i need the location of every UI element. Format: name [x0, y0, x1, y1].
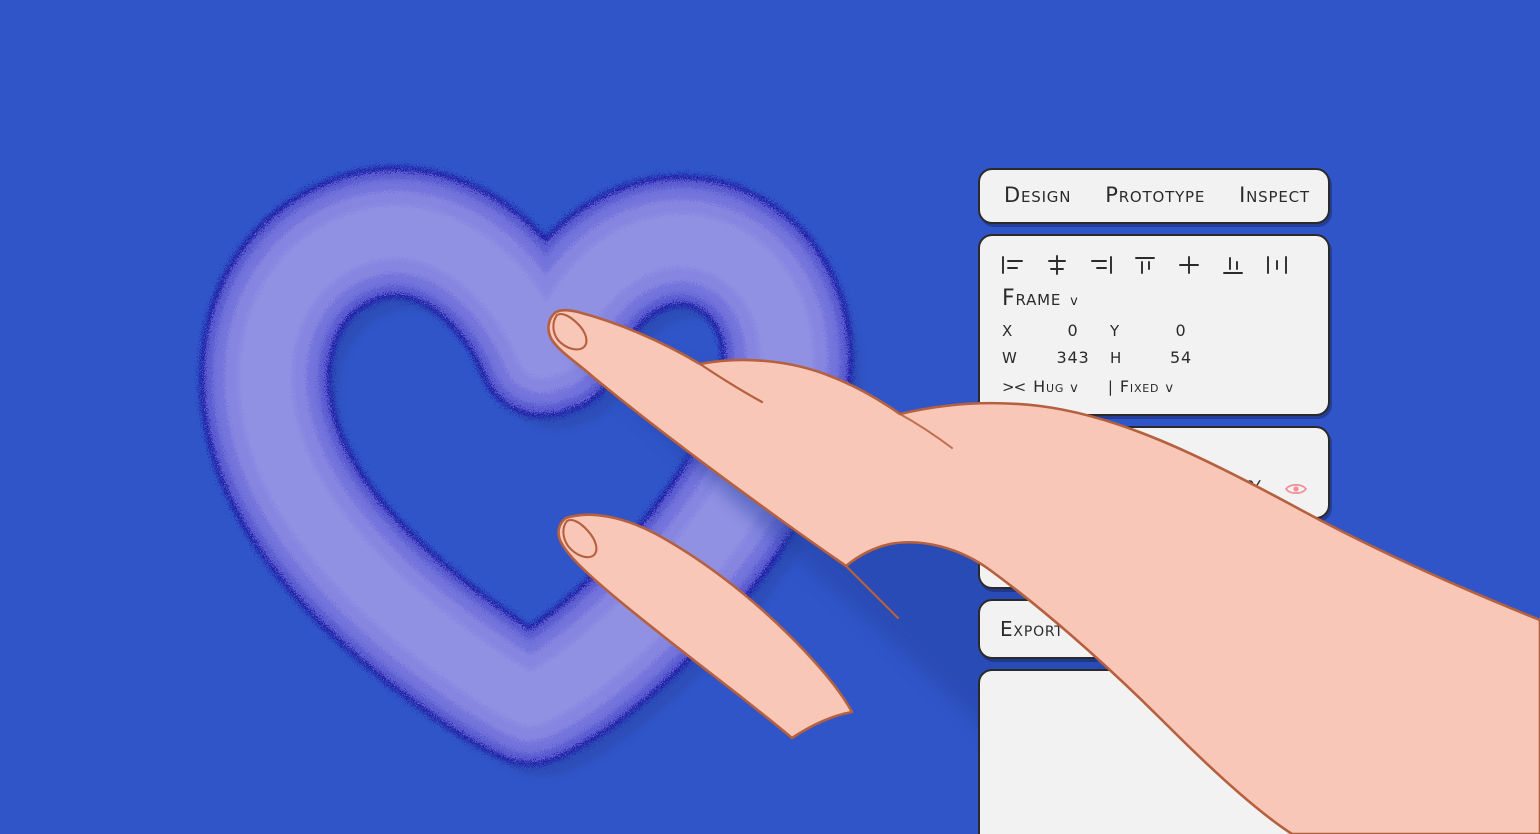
chevron-down-icon: v [1070, 381, 1078, 396]
resize-separator: | [1107, 378, 1113, 396]
eye-icon[interactable] [1284, 481, 1308, 497]
height-input[interactable]: 54 [1144, 348, 1218, 367]
export-section-title: Export [1000, 617, 1064, 641]
right-properties-sidebar: Design Prototype Inspect Frame v X 0 Y 0… [978, 168, 1330, 834]
opacity-input[interactable]: 100% [1203, 477, 1266, 501]
panel-properties: Frame v X 0 Y 0 W 343 H 54 >< Hug v | Fi… [978, 234, 1330, 416]
resizing-controls: >< Hug v | Fixed v [1002, 377, 1308, 396]
chevron-down-icon: v [1165, 381, 1174, 396]
tab-inspect[interactable]: Inspect [1237, 183, 1312, 210]
y-input[interactable]: 0 [1144, 321, 1218, 340]
distribute-horizontal-icon[interactable] [1264, 254, 1290, 276]
resize-icon: >< [1002, 378, 1026, 396]
horizontal-resizing-value: Hug [1033, 377, 1065, 396]
y-label: Y [1110, 322, 1120, 340]
align-right-icon[interactable] [1088, 254, 1114, 276]
alignment-toolbar [1000, 250, 1308, 280]
align-bottom-icon[interactable] [1220, 254, 1246, 276]
align-vertical-centers-icon[interactable] [1176, 254, 1202, 276]
height-label: H [1110, 349, 1123, 367]
panel-export: Export [978, 599, 1330, 659]
panel-tabs: Design Prototype Inspect [978, 168, 1330, 224]
tab-design[interactable]: Design [1002, 183, 1073, 210]
blend-mode-dropdown[interactable]: Passthrough [1000, 477, 1120, 501]
layer-section-title: Layer [1000, 441, 1051, 465]
app-canvas: Design Prototype Inspect Frame v X 0 Y 0… [0, 0, 1540, 834]
align-left-icon[interactable] [1000, 254, 1026, 276]
dimensions-grid: X 0 Y 0 W 343 H 54 [1002, 321, 1308, 367]
width-input[interactable]: 343 [1036, 348, 1110, 367]
width-label: W [1002, 349, 1018, 367]
tab-prototype[interactable]: Prototype [1103, 183, 1207, 210]
horizontal-resizing-dropdown[interactable]: Hug v [1033, 377, 1078, 396]
panel-effect: Effect [978, 529, 1330, 589]
x-label: X [1002, 322, 1014, 340]
vertical-resizing-dropdown[interactable]: Fixed v [1120, 377, 1173, 396]
object-type-label: Frame [1002, 286, 1062, 311]
panel-empty [978, 669, 1330, 834]
align-top-icon[interactable] [1132, 254, 1158, 276]
layer-controls-row: Passthrough 100% [1000, 477, 1308, 501]
chevron-down-icon[interactable]: v [1070, 294, 1078, 309]
effect-section-title: Effect [1000, 547, 1061, 571]
vertical-resizing-value: Fixed [1119, 377, 1160, 396]
x-input[interactable]: 0 [1036, 321, 1110, 340]
add-export-button[interactable] [1282, 616, 1308, 642]
object-type-selector[interactable]: Frame v [1002, 286, 1308, 311]
align-horizontal-centers-icon[interactable] [1044, 254, 1070, 276]
add-effect-button[interactable] [1282, 546, 1308, 572]
panel-layer: Layer Passthrough 100% [978, 426, 1330, 519]
